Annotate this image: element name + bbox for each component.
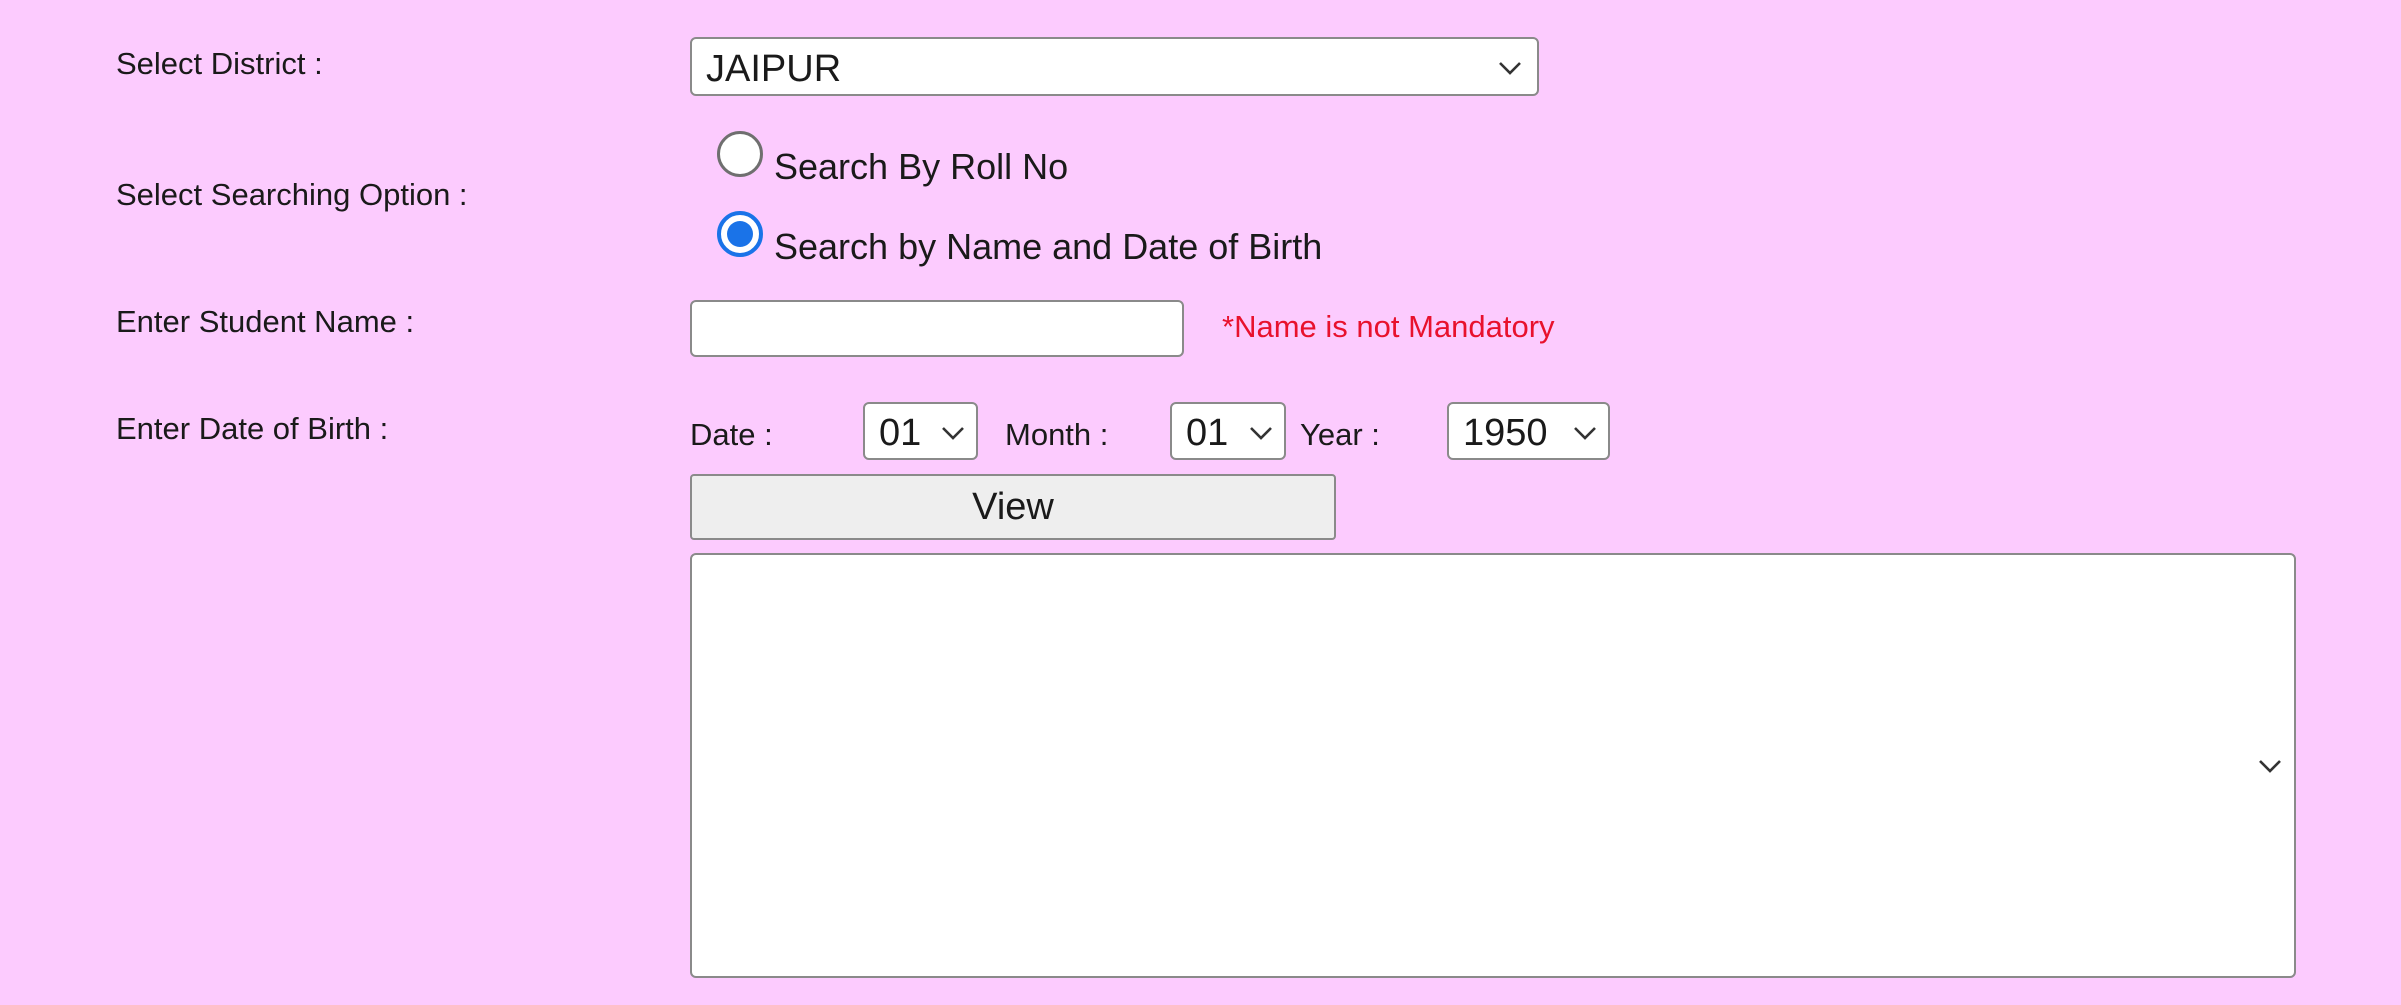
month-select[interactable]: 01: [1170, 402, 1286, 460]
radio-selected-dot: [727, 221, 753, 247]
radio-search-by-roll-no-label[interactable]: Search By Roll No: [774, 149, 1068, 185]
district-select[interactable]: JAIPUR: [690, 37, 1539, 96]
view-button[interactable]: View: [690, 474, 1336, 540]
dob-label: Enter Date of Birth :: [116, 411, 389, 446]
district-selected-value: JAIPUR: [706, 48, 842, 90]
month-selected-value: 01: [1186, 412, 1229, 454]
radio-search-by-name-dob[interactable]: [717, 211, 763, 257]
date-selected-value: 01: [879, 412, 922, 454]
year-label: Year :: [1300, 417, 1380, 452]
search-option-label: Select Searching Option :: [116, 177, 468, 212]
chevron-down-icon: [2259, 760, 2281, 773]
results-select[interactable]: [690, 553, 2296, 978]
date-label: Date :: [690, 417, 773, 452]
radio-search-by-roll-no[interactable]: [717, 131, 763, 177]
chevron-down-icon: [1499, 62, 1521, 75]
year-select[interactable]: 1950: [1447, 402, 1610, 460]
name-not-mandatory-note: *Name is not Mandatory: [1222, 309, 1555, 344]
student-name-input[interactable]: [690, 300, 1184, 357]
date-select[interactable]: 01: [863, 402, 978, 460]
year-selected-value: 1950: [1463, 412, 1548, 454]
district-label: Select District :: [116, 46, 323, 81]
chevron-down-icon: [1250, 427, 1272, 440]
radio-search-by-name-dob-label[interactable]: Search by Name and Date of Birth: [774, 229, 1322, 265]
chevron-down-icon: [942, 427, 964, 440]
student-name-label: Enter Student Name :: [116, 304, 415, 339]
chevron-down-icon: [1574, 427, 1596, 440]
month-label: Month :: [1005, 417, 1109, 452]
